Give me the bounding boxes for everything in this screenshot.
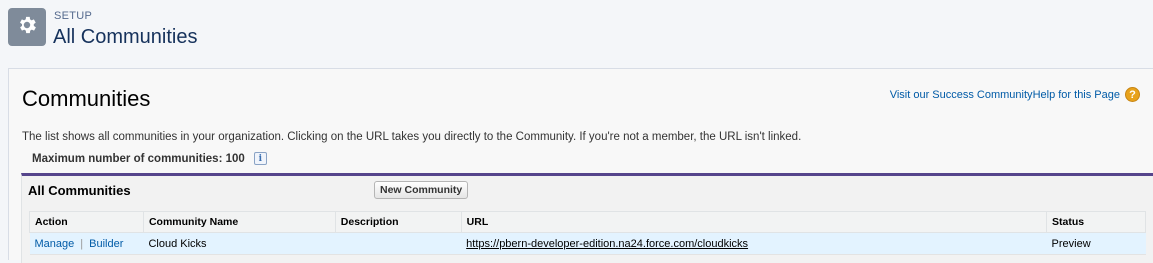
max-communities: Maximum number of communities: 100 i [32,152,267,165]
description-cell [335,232,462,255]
question-icon[interactable]: ? [1125,87,1140,102]
column-header-action[interactable]: Action [29,211,144,233]
info-icon[interactable]: i [253,152,267,165]
column-header-description[interactable]: Description [334,211,462,233]
action-separator: | [80,237,84,250]
max-communities-label: Maximum number of communities: 100 [32,152,245,165]
column-header-community-name[interactable]: Community Name [142,211,336,233]
help-page-link[interactable]: Help for this Page [1033,89,1120,101]
setup-tile [8,8,46,46]
setup-header: SETUP All Communities [0,0,1153,66]
action-cell: Manage | Builder [29,232,144,255]
communities-panel: Communities Visit our Success Community … [8,68,1153,263]
community-name-cell: Cloud Kicks [143,232,336,255]
table-row: Manage | Builder Cloud Kicks https://pbern… [29,232,1146,255]
table-header-row: Action Community Name Description URL St… [29,211,1146,233]
panel-title: Communities [22,86,151,111]
communities-table: Action Community Name Description URL St… [29,211,1146,255]
column-header-status[interactable]: Status [1046,211,1146,233]
new-community-button[interactable]: New Community [374,181,469,199]
column-header-url[interactable]: URL [460,211,1048,233]
status-cell: Preview [1046,232,1146,255]
page-description: The list shows all communities in your o… [22,131,802,143]
help-links: Visit our Success Community Help for thi… [890,87,1140,102]
success-community-link[interactable]: Visit our Success Community [890,89,1033,101]
page-title: All Communities [53,26,198,48]
setup-eyebrow: SETUP [54,10,93,22]
builder-link[interactable]: Builder [89,238,123,250]
manage-link[interactable]: Manage [35,238,75,250]
community-url-link[interactable]: https://pbern-developer-edition.na24.for… [466,238,748,250]
list-title: All Communities [28,183,131,198]
communities-list: All Communities New Community Action Com… [21,173,1153,263]
url-cell: https://pbern-developer-edition.na24.for… [461,232,1047,255]
gear-icon [16,14,38,41]
